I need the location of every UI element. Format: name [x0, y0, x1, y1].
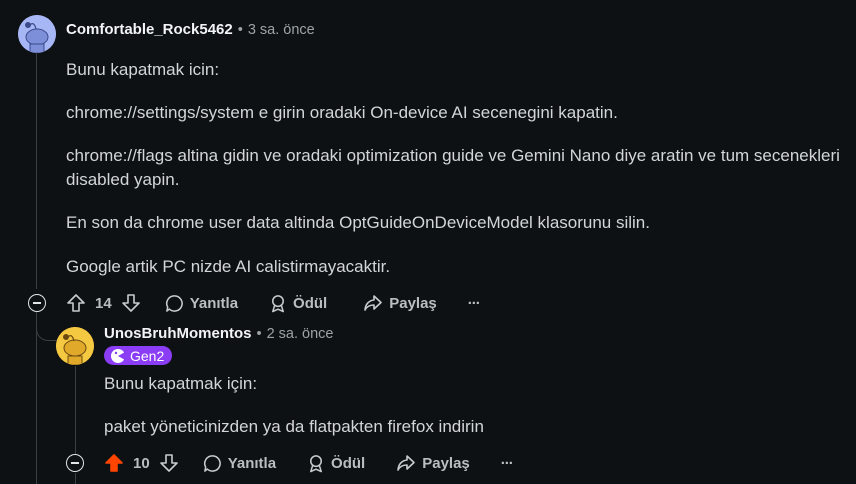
share-icon	[396, 454, 416, 472]
more-options-icon: ···	[500, 454, 514, 472]
more-options-button[interactable]: ···	[500, 454, 514, 472]
vote-count: 14	[95, 294, 112, 312]
reply-label: Yanıtla	[227, 454, 277, 472]
comment-paragraph: En son da chrome user data altinda OptGu…	[66, 213, 650, 232]
user-flair: Gen2	[104, 346, 173, 365]
flair-label: Gen2	[130, 347, 165, 364]
comment-paragraph: Bunu kapatmak icin:	[66, 60, 220, 79]
thread-line	[75, 366, 76, 454]
downvote-icon[interactable]	[121, 293, 141, 313]
share-label: Paylaş	[389, 294, 437, 312]
vote-count: 10	[133, 454, 150, 472]
timestamp[interactable]: 3 sa. önce	[248, 22, 315, 38]
downvote-icon[interactable]	[159, 453, 179, 473]
award-label: Ödül	[331, 454, 366, 472]
comment-paragraph: paket yöneticinizden ya da flatpakten fi…	[104, 417, 484, 436]
reply-connector	[36, 312, 57, 341]
username[interactable]: UnosBruhMomentos	[104, 325, 252, 342]
separator-dot: •	[256, 325, 262, 342]
avatar[interactable]	[18, 15, 56, 53]
award-button[interactable]: Ödül	[269, 294, 327, 313]
snoo-avatar-icon	[56, 327, 94, 365]
comment-paragraph: chrome://flags altina gidin ve oradaki o…	[66, 146, 840, 189]
collapse-thread-button[interactable]	[28, 294, 46, 312]
reply-button[interactable]: Yanıtla	[165, 294, 238, 313]
thread-line	[36, 312, 37, 484]
reply-label: Yanıtla	[189, 294, 239, 312]
share-button[interactable]: Paylaş	[396, 454, 470, 472]
username[interactable]: Comfortable_Rock5462	[66, 21, 233, 38]
collapse-thread-button[interactable]	[66, 454, 84, 472]
comment-paragraph: chrome://settings/system e girin oradaki…	[66, 103, 618, 122]
timestamp[interactable]: 2 sa. önce	[267, 326, 334, 342]
comment-bubble-icon	[203, 454, 222, 473]
comment-bubble-icon	[165, 294, 184, 313]
reply-button[interactable]: Yanıtla	[203, 454, 276, 473]
comment-paragraph: Bunu kapatmak için:	[104, 374, 258, 393]
avatar[interactable]	[56, 327, 94, 365]
thread-line	[75, 473, 76, 484]
thread-line	[36, 53, 37, 289]
upvote-icon[interactable]	[66, 293, 86, 313]
minus-icon	[71, 462, 79, 464]
award-label: Ödül	[293, 294, 328, 312]
comment-paragraph: Google artik PC nizde AI calistirmayacak…	[66, 257, 391, 276]
minus-icon	[33, 302, 41, 304]
upvote-icon[interactable]	[104, 453, 124, 473]
separator-dot: •	[237, 21, 243, 38]
more-options-icon: ···	[467, 294, 481, 312]
snoo-avatar-icon	[18, 15, 56, 53]
share-button[interactable]: Paylaş	[363, 294, 437, 312]
award-button[interactable]: Ödül	[307, 454, 365, 473]
share-icon	[363, 294, 383, 312]
award-icon	[307, 454, 325, 473]
share-label: Paylaş	[422, 454, 470, 472]
award-icon	[269, 294, 287, 313]
more-options-button[interactable]: ···	[467, 294, 481, 312]
flair-emoji-icon	[110, 348, 126, 364]
